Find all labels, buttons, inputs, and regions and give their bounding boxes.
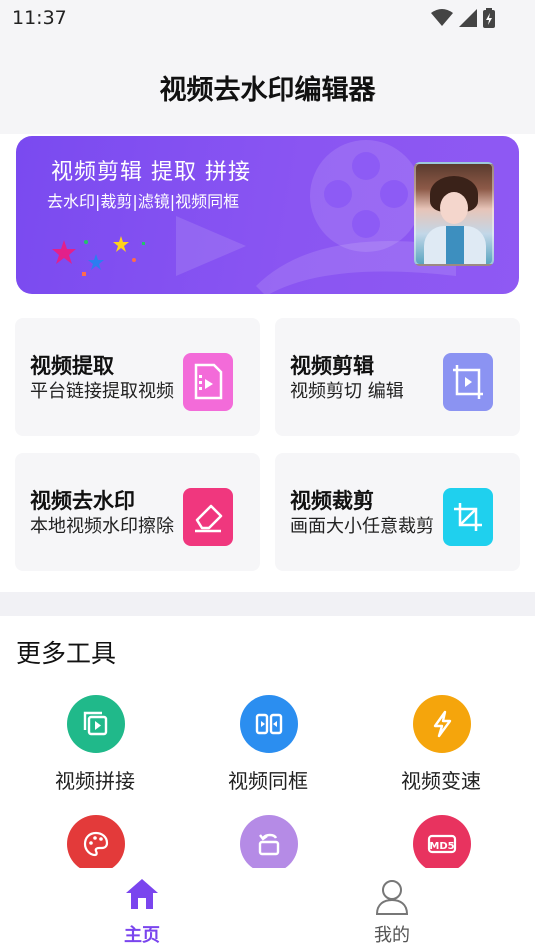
more-tools-section: 更多工具 视频拼接 视频同框 视频变速 MD5	[0, 616, 535, 868]
signal-icon	[459, 9, 477, 27]
more-tools-title: 更多工具	[16, 639, 117, 668]
nav-mine[interactable]: 我的	[332, 876, 452, 946]
tool-label: 视频拼接	[55, 769, 135, 793]
promo-banner[interactable]: 视频剪辑 提取 拼接 去水印|裁剪|滤镜|视频同框	[16, 136, 519, 294]
rotate-icon	[240, 815, 298, 868]
lightning-icon	[413, 695, 471, 753]
feature-card-video-crop[interactable]: 视频裁剪 画面大小任意裁剪	[275, 453, 520, 571]
feature-card-video-edit[interactable]: 视频剪辑 视频剪切 编辑	[275, 318, 520, 436]
tool-md5[interactable]: MD5	[371, 815, 511, 868]
feature-card-video-extract[interactable]: 视频提取 平台链接提取视频	[15, 318, 260, 436]
banner-title: 视频剪辑 提取 拼接	[51, 160, 251, 185]
feature-desc: 视频剪切 编辑	[290, 381, 404, 402]
battery-icon	[483, 8, 495, 28]
feature-desc: 平台链接提取视频	[30, 381, 174, 402]
tool-rotate[interactable]	[198, 815, 338, 868]
tool-filter[interactable]	[25, 815, 165, 868]
video-file-icon	[183, 353, 233, 411]
palette-icon	[67, 815, 125, 868]
feature-desc: 本地视频水印擦除	[30, 516, 174, 537]
feature-card-remove-watermark[interactable]: 视频去水印 本地视频水印擦除	[15, 453, 260, 571]
stars-icon	[52, 236, 145, 276]
home-icon	[126, 879, 158, 909]
tool-label: 视频同框	[228, 769, 308, 793]
wifi-icon	[431, 9, 453, 26]
page-title: 视频去水印编辑器	[159, 75, 376, 106]
md5-icon: MD5	[413, 815, 471, 868]
play-icon	[176, 216, 246, 276]
crop-icon	[443, 488, 493, 546]
bottom-nav: 主页 我的	[0, 868, 535, 951]
tool-video-merge[interactable]: 视频拼接	[25, 695, 165, 805]
feature-title: 视频裁剪	[290, 489, 374, 513]
user-icon	[375, 880, 409, 915]
crop-frame-icon	[443, 353, 493, 411]
status-icons	[431, 8, 495, 28]
nav-home[interactable]: 主页	[82, 876, 202, 946]
tool-label: 视频变速	[401, 769, 481, 793]
feature-desc: 画面大小任意裁剪	[290, 516, 434, 537]
tool-speed-change[interactable]: 视频变速	[371, 695, 511, 805]
video-merge-icon	[67, 695, 125, 753]
status-bar: 11:37	[0, 0, 535, 38]
feature-title: 视频提取	[30, 354, 114, 378]
eraser-icon	[183, 488, 233, 546]
header: 视频去水印编辑器	[0, 38, 535, 134]
section-divider	[0, 592, 535, 616]
status-time: 11:37	[12, 7, 67, 29]
nav-home-label: 主页	[124, 925, 160, 946]
banner-photo	[414, 162, 494, 266]
feature-title: 视频剪辑	[290, 354, 374, 378]
feature-title: 视频去水印	[30, 489, 135, 513]
tool-split-frame[interactable]: 视频同框	[198, 695, 338, 805]
banner-subtitle: 去水印|裁剪|滤镜|视频同框	[47, 192, 240, 211]
nav-mine-label: 我的	[374, 925, 410, 946]
svg-text:MD5: MD5	[429, 841, 454, 852]
split-frame-icon	[240, 695, 298, 753]
